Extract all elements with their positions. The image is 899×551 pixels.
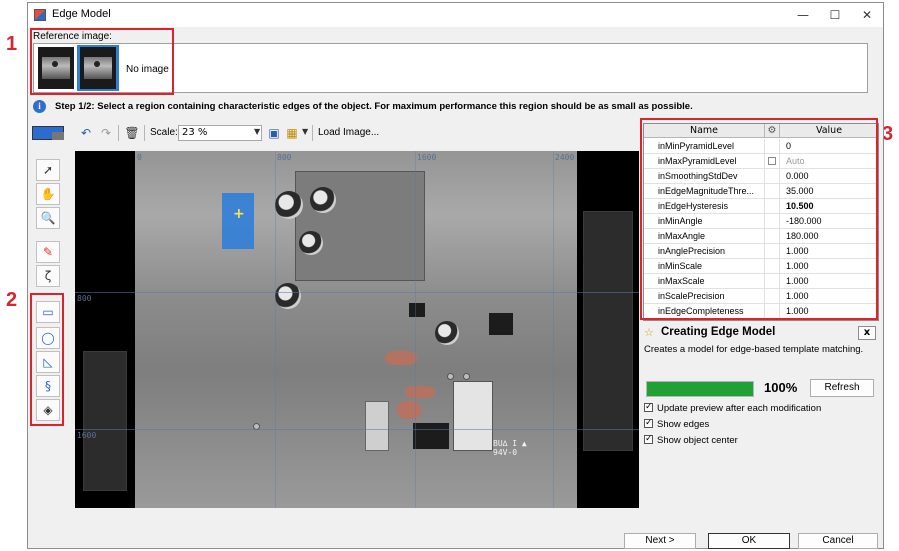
trash-icon[interactable]: 🗑	[124, 125, 140, 141]
redo-icon[interactable]: ↷	[98, 125, 114, 141]
scale-dropdown[interactable]: 23 %	[178, 125, 262, 141]
ic-chip	[489, 313, 513, 335]
freehand-tool-button[interactable]: ζ	[36, 265, 60, 287]
load-image-button[interactable]: Load Image...	[318, 127, 379, 138]
coordinate-label: 1600	[77, 431, 97, 440]
terminal-block	[413, 423, 449, 449]
step-instruction: i Step 1/2: Select a region containing c…	[33, 99, 878, 115]
capacitor	[275, 191, 303, 219]
chevron-down-icon[interactable]: ▼	[302, 127, 308, 136]
capacitor	[310, 187, 336, 213]
board-marking: BU∆ I ▲ 94V-0	[493, 439, 527, 457]
gridline	[415, 151, 416, 508]
toolbar-separator	[118, 125, 119, 141]
coordinate-label: 800	[77, 294, 92, 303]
region-color-swatch[interactable]	[32, 126, 64, 140]
capacitor	[435, 321, 459, 345]
image-toolbar: ↶ ↷ 🗑 Scale: 23 % ▼ ▣ ▦ ▼ Load Image...	[28, 121, 638, 145]
option-label: Show edges	[657, 419, 710, 430]
window-title: Edge Model	[52, 8, 111, 20]
view-options-icon[interactable]: ▦	[284, 125, 300, 141]
option-update-preview[interactable]: Update preview after each modification	[644, 401, 822, 414]
coordinate-label: 0	[137, 153, 142, 162]
pcb-relay-area	[295, 171, 425, 281]
description-title: Creating Edge Model	[661, 326, 776, 338]
pcb-image: BU∆ I ▲ 94V-0	[135, 151, 577, 508]
annotation-box-parameters	[640, 118, 878, 320]
checkbox[interactable]	[644, 433, 653, 444]
region-center-marker: +	[233, 206, 245, 222]
resistor-block	[365, 401, 389, 451]
option-show-edges[interactable]: Show edges	[644, 417, 710, 430]
description-close-button[interactable]: x	[858, 326, 876, 340]
annotation-box-tools	[30, 293, 64, 426]
pan-hand-tool-button[interactable]: ✋	[36, 183, 60, 205]
progress-bar	[646, 381, 754, 397]
minimize-button[interactable]: —	[788, 5, 818, 25]
next-button[interactable]: Next >	[624, 533, 696, 549]
maximize-button[interactable]: ☐	[820, 5, 850, 25]
solder-pad	[463, 373, 470, 380]
cancel-button[interactable]: Cancel	[798, 533, 878, 549]
option-label: Show object center	[657, 435, 738, 446]
option-label: Update preview after each modification	[657, 403, 822, 414]
transformer	[453, 381, 493, 451]
star-icon: ☆	[644, 326, 654, 339]
title-bar: Edge Model — ☐ ✕	[28, 3, 883, 27]
scale-label: Scale:	[150, 127, 178, 138]
refresh-button[interactable]: Refresh	[810, 379, 874, 397]
capacitor	[275, 283, 301, 309]
option-show-object-center[interactable]: Show object center	[644, 433, 738, 446]
ceramic-capacitor	[397, 401, 421, 419]
app-icon	[34, 9, 46, 21]
ok-button[interactable]: OK	[708, 533, 790, 549]
image-viewport[interactable]: BU∆ I ▲ 94V-0 0 800 1600 2400 800 1600 +	[75, 151, 639, 508]
checkbox[interactable]	[644, 417, 653, 428]
step-text: Step 1/2: Select a region containing cha…	[55, 101, 693, 112]
gridline	[75, 429, 639, 430]
checkbox[interactable]	[644, 401, 653, 412]
ceramic-capacitor	[405, 386, 435, 398]
toolbar-separator	[144, 125, 145, 141]
gridline	[553, 151, 554, 508]
description-text: Creates a model for edge-based template …	[644, 344, 864, 355]
undo-icon[interactable]: ↶	[78, 125, 94, 141]
annotation-box-reference	[30, 28, 174, 95]
neighbor-pcb-left	[83, 351, 127, 491]
neighbor-pcb-right	[583, 211, 633, 451]
right-margin	[577, 151, 639, 508]
eraser-tool-button[interactable]: ✎	[36, 241, 60, 263]
progress-fill	[647, 382, 753, 396]
ic-chip	[409, 303, 425, 317]
close-window-button[interactable]: ✕	[852, 5, 882, 25]
coordinate-label: 800	[277, 153, 292, 162]
toolbar-separator	[312, 125, 313, 141]
coordinate-label: 2400	[555, 153, 575, 162]
annotation-number-1: 1	[6, 33, 18, 55]
annotation-number-2: 2	[6, 289, 18, 311]
progress-percent: 100%	[764, 380, 798, 395]
chevron-down-icon[interactable]: ▼	[254, 127, 260, 136]
zoom-tool-button[interactable]: 🔍	[36, 207, 60, 229]
solder-pad	[447, 373, 454, 380]
fit-image-icon[interactable]: ▣	[266, 125, 282, 141]
ceramic-capacitor	[385, 351, 417, 365]
info-icon: i	[33, 100, 46, 113]
gridline	[275, 151, 276, 508]
coordinate-label: 1600	[417, 153, 437, 162]
capacitor	[299, 231, 323, 255]
gridline	[75, 292, 639, 293]
pointer-tool-button[interactable]: ➚	[36, 159, 60, 181]
